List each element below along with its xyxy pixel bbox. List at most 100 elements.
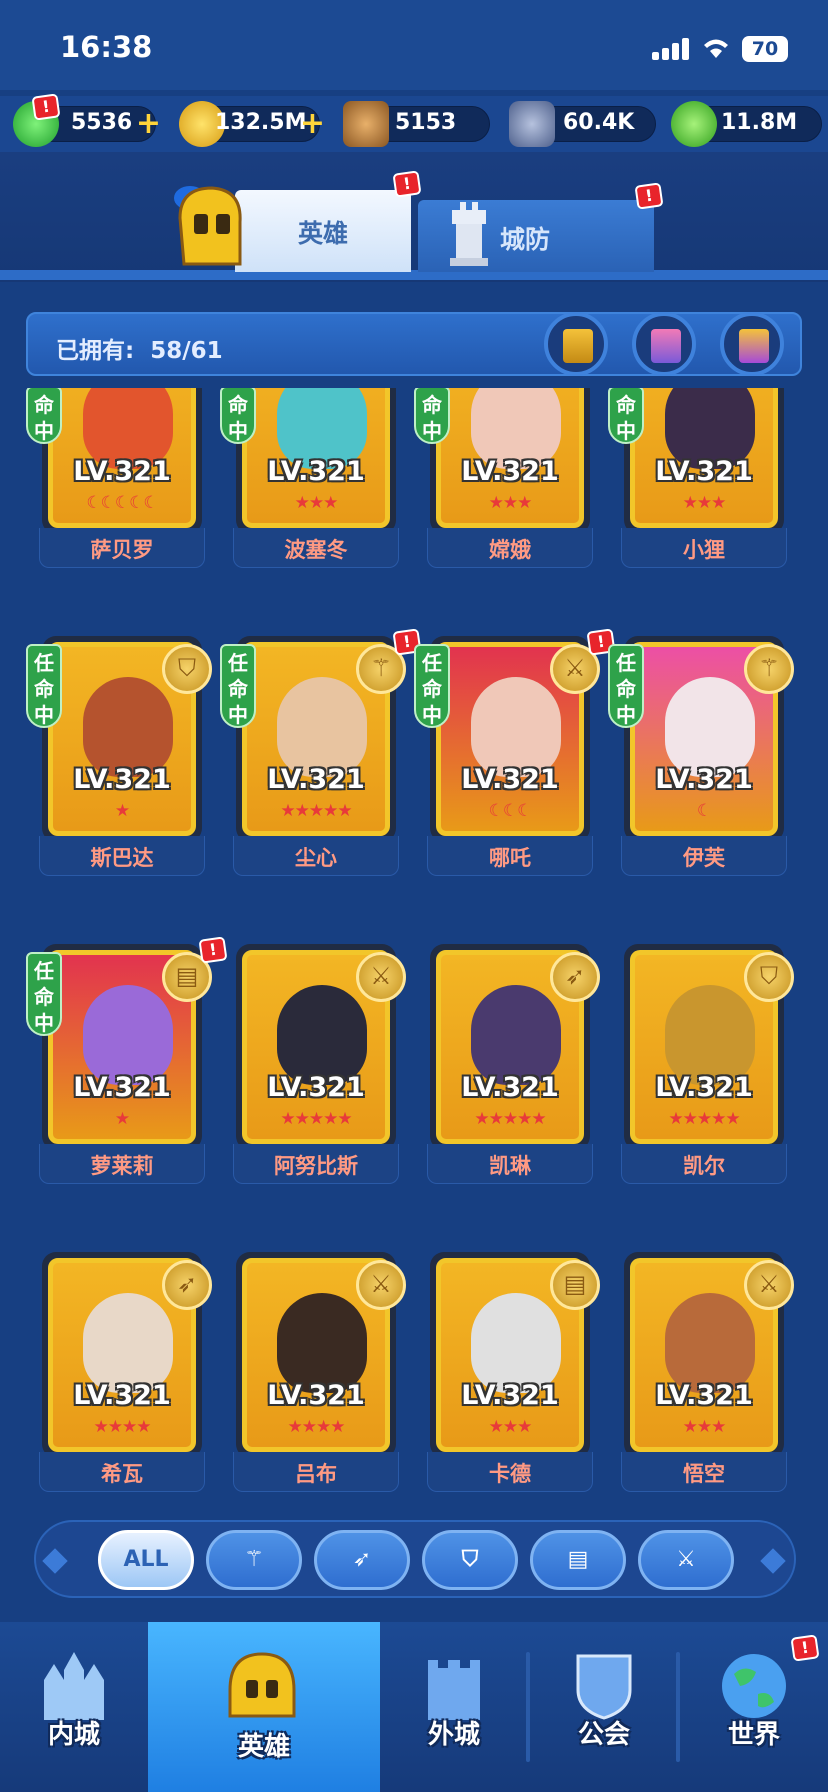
appointed-tag: 命中: [414, 388, 450, 444]
hero-name-bar: 尘心: [233, 836, 399, 876]
nav-outer-city[interactable]: 外城: [380, 1622, 528, 1792]
add-gem-button[interactable]: +: [136, 109, 161, 139]
sword-icon: ⚔: [744, 1260, 794, 1310]
hero-face: [277, 677, 367, 777]
hero-level: LV.321: [267, 1380, 365, 1411]
gold-resource[interactable]: 132.5M +: [179, 101, 325, 147]
filter-shield-button[interactable]: ⛉: [422, 1530, 518, 1590]
shield-icon: ⛉: [162, 644, 212, 694]
hero-portrait: LV.321 ★★★: [630, 388, 778, 528]
book-icon: ▤: [550, 1260, 600, 1310]
hero-card[interactable]: LV.321 ☾☾☾☾☾: [42, 388, 202, 534]
world-alert-badge: !: [790, 1634, 820, 1662]
hero-helmet-icon: [228, 1652, 296, 1718]
bow-icon: ➶: [352, 1547, 372, 1572]
hero-face: [83, 985, 173, 1085]
hero-cards-button[interactable]: [544, 312, 608, 376]
bow-icon: ➶: [162, 1260, 212, 1310]
filter-staff-button[interactable]: ⚚: [206, 1530, 302, 1590]
guild-shield-icon: [576, 1654, 632, 1720]
hero-name: 波塞冬: [284, 538, 348, 562]
nav-hero[interactable]: 英雄: [148, 1622, 380, 1792]
hero-stars: ★★★★★: [474, 1109, 546, 1129]
hero-name: 卡德: [489, 1462, 531, 1486]
hero-name: 凯琳: [489, 1154, 531, 1178]
hero-level: LV.321: [73, 1380, 171, 1411]
battery-indicator: 70: [742, 36, 788, 62]
hero-face: [83, 1293, 173, 1393]
hero-helmet-icon: [174, 186, 242, 266]
hero-face: [471, 677, 561, 777]
hero-level: LV.321: [73, 1072, 171, 1103]
hero-stars: ★★★: [682, 493, 727, 513]
hero-stars: ★★★★★: [280, 801, 352, 821]
hero-face: [665, 677, 755, 777]
hero-stars: ★★★★★: [668, 1109, 740, 1129]
hero-stars: ☾☾☾☾☾: [86, 493, 158, 513]
hero-level: LV.321: [73, 764, 171, 795]
hero-level: LV.321: [655, 764, 753, 795]
hero-name: 吕布: [295, 1462, 337, 1486]
bottom-nav: 内城 英雄 外城 公会 ! 世界: [0, 1622, 828, 1792]
hero-portrait: LV.321 ☾☾☾☾☾: [48, 388, 196, 528]
hero-level: LV.321: [461, 1380, 559, 1411]
hero-name: 哪吒: [489, 846, 531, 870]
filter-book-button[interactable]: ▤: [530, 1530, 626, 1590]
hero-name: 萝莱莉: [90, 1154, 154, 1178]
tab-hero[interactable]: 英雄: [235, 190, 411, 272]
nav-inner-city[interactable]: 内城: [0, 1622, 148, 1792]
hero-name-bar: 吕布: [233, 1452, 399, 1492]
filter-all-button[interactable]: ALL: [98, 1530, 194, 1590]
hero-name-bar: 凯琳: [427, 1144, 593, 1184]
crown-cards-button[interactable]: [720, 312, 784, 376]
hero-level: LV.321: [461, 456, 559, 487]
hero-stars: ★★★: [682, 1417, 727, 1437]
nav-guild[interactable]: 公会: [530, 1622, 678, 1792]
hero-card[interactable]: LV.321 ★★★: [236, 388, 396, 534]
castle-icon: [44, 1652, 104, 1720]
ore-resource[interactable]: 60.4K: [509, 101, 656, 147]
hammer-resource[interactable]: 5153: [343, 101, 490, 147]
bow-icon: ➶: [550, 952, 600, 1002]
hero-stars: ☾: [696, 801, 712, 821]
crystal-icon: [671, 101, 717, 147]
owned-label: 已拥有: 58/61: [56, 338, 223, 364]
hero-level: LV.321: [655, 456, 753, 487]
filter-bow-button[interactable]: ➶: [314, 1530, 410, 1590]
hero-card[interactable]: LV.321 ★★★: [624, 388, 784, 534]
hero-grid: LV.321 ☾☾☾☾☾ 萨贝罗 命中 LV.321 ★★★ 波塞冬 命中 LV.321 ★★★ 嫦…: [0, 388, 828, 1518]
hero-level: LV.321: [73, 456, 171, 487]
hero-name-bar: 哪吒: [427, 836, 593, 876]
tower-icon: [450, 202, 488, 266]
appointed-tag: 命中: [608, 388, 644, 444]
hero-name: 伊芙: [683, 846, 725, 870]
hero-stars: ★★★★: [287, 1417, 346, 1437]
hero-card[interactable]: LV.321 ★★★: [430, 388, 590, 534]
hero-name-bar: 伊芙: [621, 836, 787, 876]
hero-stars: ★★★★★: [280, 1109, 352, 1129]
add-gold-button[interactable]: +: [300, 109, 325, 139]
hero-name: 尘心: [295, 846, 337, 870]
shirt-icon: [651, 329, 681, 363]
skin-button[interactable]: [632, 312, 696, 376]
shield-icon: ⛉: [744, 952, 794, 1002]
hammer-icon: [343, 101, 389, 147]
owned-bar: 已拥有: 58/61: [26, 312, 802, 376]
hero-face: [665, 985, 755, 1085]
hero-name: 萨贝罗: [90, 538, 154, 562]
filter-sword-button[interactable]: ⚔: [638, 1530, 734, 1590]
status-bar: 16:38 70: [0, 0, 828, 90]
hero-level: LV.321: [267, 1072, 365, 1103]
hero-face: [83, 677, 173, 777]
crystal-resource[interactable]: 11.8M: [671, 101, 822, 147]
nav-world[interactable]: ! 世界: [680, 1622, 828, 1792]
appointed-tag: 任命中: [414, 644, 450, 728]
gem-resource[interactable]: ! 5536 +: [13, 93, 161, 147]
hero-name-bar: 萨贝罗: [39, 528, 205, 568]
hero-name: 凯尔: [683, 1154, 725, 1178]
hero-name-bar: 嫦娥: [427, 528, 593, 568]
hero-face: [665, 1293, 755, 1393]
fortress-icon: [428, 1660, 480, 1720]
hero-level: LV.321: [267, 764, 365, 795]
appointed-tag: 命中: [26, 388, 62, 444]
